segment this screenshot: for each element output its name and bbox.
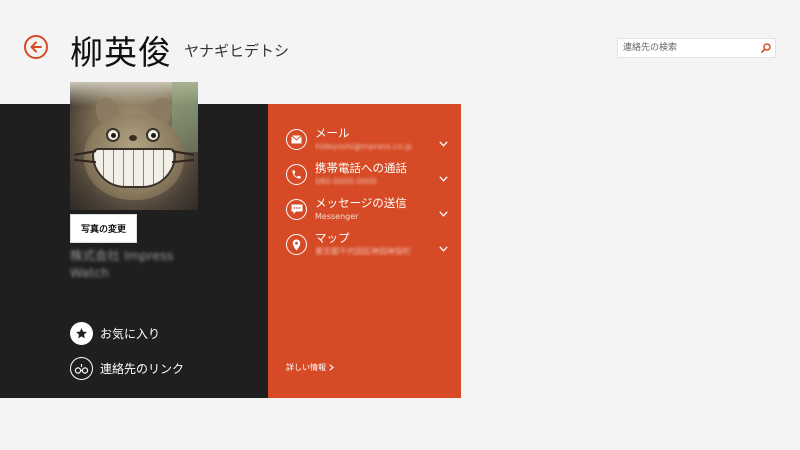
message-service: Messenger: [315, 212, 359, 221]
phone-icon: [286, 164, 307, 185]
mail-icon: [286, 129, 307, 150]
star-icon: [70, 322, 93, 345]
contact-item-phone[interactable]: 携帯電話への通話 080-0000-0000: [286, 161, 450, 193]
contact-name: 柳英俊: [70, 33, 172, 72]
contact-item-message[interactable]: メッセージの送信 Messenger: [286, 196, 450, 228]
company-line-1: 株式会社 Impress: [70, 248, 174, 263]
contact-name-kana: ヤナギヒデトシ: [184, 42, 290, 60]
map-address: 東京都千代田区神田神保町: [315, 247, 411, 256]
phone-number: 080-0000-0000: [315, 177, 377, 186]
mail-title: メール: [315, 126, 350, 140]
chevron-right-icon: [329, 364, 334, 371]
message-title: メッセージの送信: [315, 196, 407, 210]
details-link[interactable]: 詳しい情報: [286, 362, 334, 373]
map-title: マップ: [315, 231, 350, 245]
back-arrow-icon: [30, 41, 42, 53]
favorite-label: お気に入り: [100, 327, 161, 341]
contact-item-mail[interactable]: メール hideyoshi@mpress.co.jp: [286, 126, 450, 158]
link-contacts-label: 連絡先のリンク: [100, 362, 185, 376]
message-icon: [286, 199, 307, 220]
link-icon: [70, 357, 93, 380]
phone-title: 携帯電話への通話: [315, 161, 407, 175]
company-name: 株式会社 Impress Watch: [70, 247, 210, 281]
chevron-down-icon[interactable]: [436, 199, 450, 228]
chevron-down-icon[interactable]: [436, 164, 450, 193]
contact-item-map[interactable]: マップ 東京都千代田区神田神保町: [286, 231, 450, 263]
profile-photo[interactable]: [70, 82, 198, 210]
favorite-button[interactable]: お気に入り: [70, 322, 160, 345]
company-line-2: Watch: [70, 265, 109, 280]
search-box: [617, 38, 776, 58]
chevron-down-icon[interactable]: [436, 234, 450, 263]
details-label: 詳しい情報: [286, 363, 326, 372]
map-pin-icon: [286, 234, 307, 255]
search-input[interactable]: [618, 39, 757, 57]
chevron-down-icon[interactable]: [436, 129, 450, 158]
mail-address: hideyoshi@mpress.co.jp: [315, 142, 413, 151]
link-contacts-button[interactable]: 連絡先のリンク: [70, 357, 184, 380]
back-button[interactable]: [24, 35, 48, 59]
search-icon[interactable]: [757, 39, 775, 57]
change-photo-button[interactable]: 写真の変更: [70, 214, 137, 243]
